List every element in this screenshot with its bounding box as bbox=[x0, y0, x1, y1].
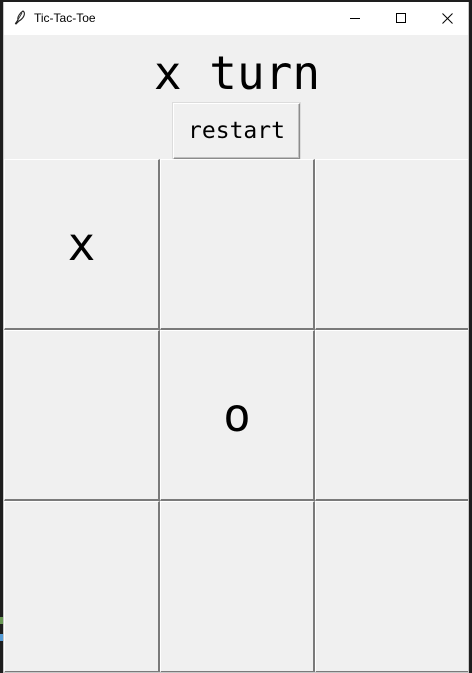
board-cell-0-0[interactable]: x bbox=[4, 159, 160, 330]
feather-icon bbox=[12, 10, 28, 26]
minimize-button[interactable] bbox=[332, 2, 378, 35]
background-edge-mark bbox=[0, 617, 3, 624]
board-cell-2-0[interactable] bbox=[4, 501, 160, 672]
board-cell-0-2[interactable] bbox=[315, 159, 468, 330]
tic-tac-toe-window: Tic-Tac-Toe x turn restart x o bbox=[3, 2, 469, 673]
board-cell-2-1[interactable] bbox=[160, 501, 315, 672]
maximize-button[interactable] bbox=[378, 2, 424, 35]
board-cell-2-2[interactable] bbox=[315, 501, 468, 672]
board-cell-1-0[interactable] bbox=[4, 330, 160, 501]
close-button[interactable] bbox=[424, 2, 468, 35]
background-edge-mark bbox=[0, 634, 3, 641]
board-cell-1-1[interactable]: o bbox=[160, 330, 315, 501]
close-icon bbox=[442, 13, 453, 24]
board-cell-1-2[interactable] bbox=[315, 330, 468, 501]
minimize-icon bbox=[350, 18, 360, 19]
window-title: Tic-Tac-Toe bbox=[34, 11, 96, 25]
restart-button[interactable]: restart bbox=[173, 103, 300, 159]
maximize-icon bbox=[396, 13, 406, 23]
title-bar[interactable]: Tic-Tac-Toe bbox=[4, 2, 468, 35]
turn-status: x turn bbox=[153, 46, 321, 100]
board-cell-0-1[interactable] bbox=[160, 159, 315, 330]
